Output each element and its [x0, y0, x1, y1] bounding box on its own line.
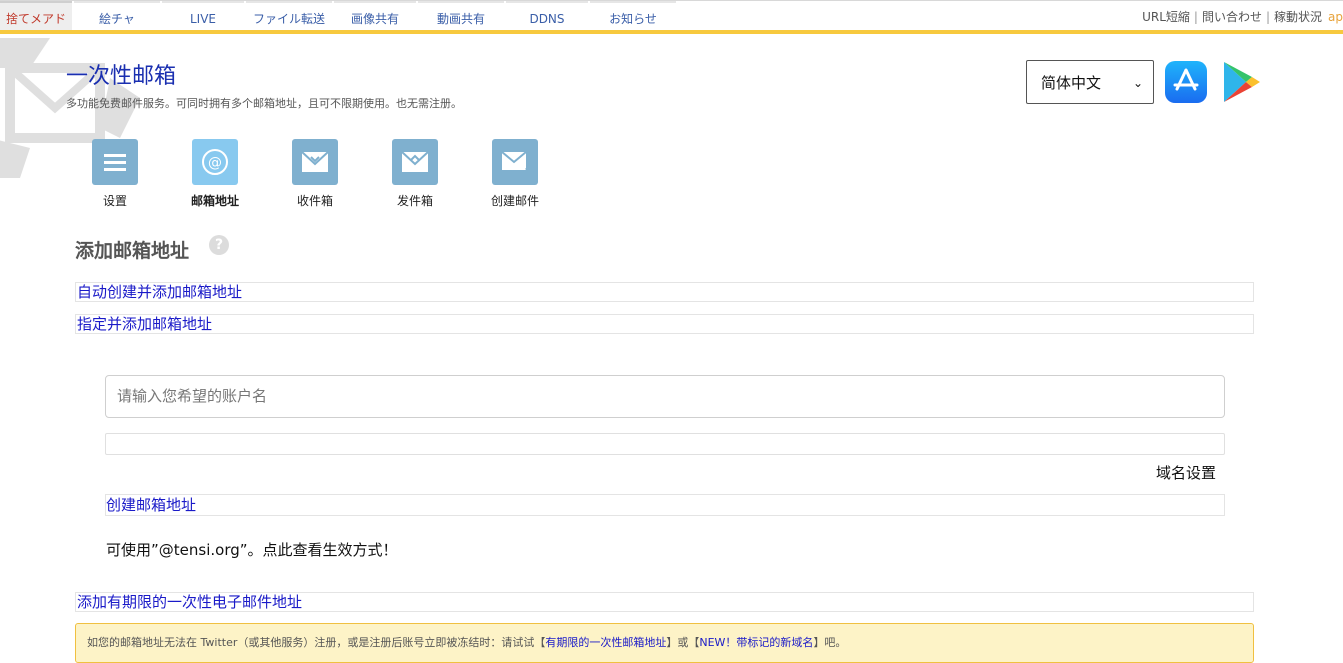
create-address-button[interactable]: 创建邮箱地址 — [105, 494, 1225, 516]
site-title[interactable]: 一次性邮箱 — [66, 58, 176, 90]
specify-address-toggle[interactable]: 指定并添加邮箱地址 — [75, 314, 1254, 334]
notice-prefix: 如您的邮箱地址无法在 Twitter（或其他服务）注册，或是注册后账号立即被冻结… — [87, 636, 546, 649]
account-name-input[interactable]: 请输入您希望的账户名 — [105, 375, 1225, 418]
section-title: 添加邮箱地址 — [75, 240, 190, 262]
nav-right-links: URL短縮 | 問い合わせ | 稼動状況 ap — [1142, 10, 1343, 24]
nav-tab-ddns[interactable]: DDNS — [506, 1, 588, 31]
at-icon: @ — [192, 139, 238, 185]
inbox-icon — [292, 139, 338, 185]
nav-tab-live[interactable]: LIVE — [162, 1, 244, 31]
menu-compose[interactable]: + 创建邮件 — [475, 139, 555, 209]
app-link[interactable]: ap — [1328, 10, 1343, 24]
menu-settings[interactable]: 设置 — [75, 139, 155, 209]
language-select-value: 简体中文 — [1041, 74, 1102, 92]
top-nav: 捨てメアド 絵チャ LIVE ファイル転送 画像共有 動画共有 DDNS お知ら… — [0, 0, 1343, 31]
nav-tab-image-share[interactable]: 画像共有 — [334, 1, 416, 31]
help-icon[interactable]: ? — [209, 235, 229, 255]
site-subtitle: 多功能免费邮件服务。可同时拥有多个邮箱地址，且可不限期使用。也无需注册。 — [66, 97, 462, 110]
language-select[interactable]: 简体中文 ⌄ — [1026, 60, 1154, 104]
menu-compose-label: 创建邮件 — [490, 194, 539, 208]
outbox-icon — [392, 139, 438, 185]
google-play-icon[interactable] — [1220, 60, 1262, 104]
contact-link[interactable]: 問い合わせ — [1202, 10, 1262, 24]
notice-box: 如您的邮箱地址无法在 Twitter（或其他服务）注册，或是注册后账号立即被冻结… — [75, 623, 1254, 663]
app-store-icon[interactable] — [1165, 61, 1207, 103]
svg-text:+: + — [524, 164, 529, 173]
menu-icon — [92, 139, 138, 185]
notice-mid: 】或【 — [666, 636, 700, 649]
menu-addresses[interactable]: @ 邮箱地址 — [175, 139, 255, 209]
menu-outbox-label: 发件箱 — [396, 194, 433, 208]
nav-tab-news[interactable]: お知らせ — [590, 1, 676, 31]
nav-tab-video-share[interactable]: 動画共有 — [418, 1, 504, 31]
domain-select-bar[interactable] — [105, 433, 1225, 455]
notice-link-new-domain[interactable]: NEW！带标记的新域名 — [699, 636, 813, 649]
menu-outbox[interactable]: 发件箱 — [375, 139, 455, 209]
menu-settings-label: 设置 — [102, 194, 127, 208]
limited-address-toggle[interactable]: 添加有期限的一次性电子邮件地址 — [75, 592, 1254, 612]
menu-inbox-label: 收件箱 — [296, 194, 333, 208]
available-domain-text[interactable]: 可使用”@tensi.org”。点此查看生效方式！ — [106, 539, 398, 560]
compose-mail-icon: + — [492, 139, 538, 185]
svg-text:@: @ — [208, 155, 222, 171]
auto-create-address-toggle[interactable]: 自动创建并添加邮箱地址 — [75, 282, 1254, 302]
accent-bar — [0, 30, 1343, 34]
menu-addresses-label: 邮箱地址 — [190, 194, 239, 208]
url-shortener-link[interactable]: URL短縮 — [1142, 10, 1190, 24]
menu-inbox[interactable]: 收件箱 — [275, 139, 355, 209]
notice-suffix: 】吧。 — [813, 636, 847, 649]
notice-link-limited[interactable]: 有期限的一次性邮箱地址 — [545, 636, 666, 649]
domain-settings-link[interactable]: 域名设置 — [1156, 462, 1216, 483]
nav-tab-file-transfer[interactable]: ファイル転送 — [246, 1, 332, 31]
chevron-down-icon: ⌄ — [1132, 76, 1143, 90]
nav-tab-drawing-chat[interactable]: 絵チャ — [74, 1, 160, 31]
status-link[interactable]: 稼動状況 — [1274, 10, 1322, 24]
nav-tab-disposable-mail[interactable]: 捨てメアド — [0, 1, 72, 31]
